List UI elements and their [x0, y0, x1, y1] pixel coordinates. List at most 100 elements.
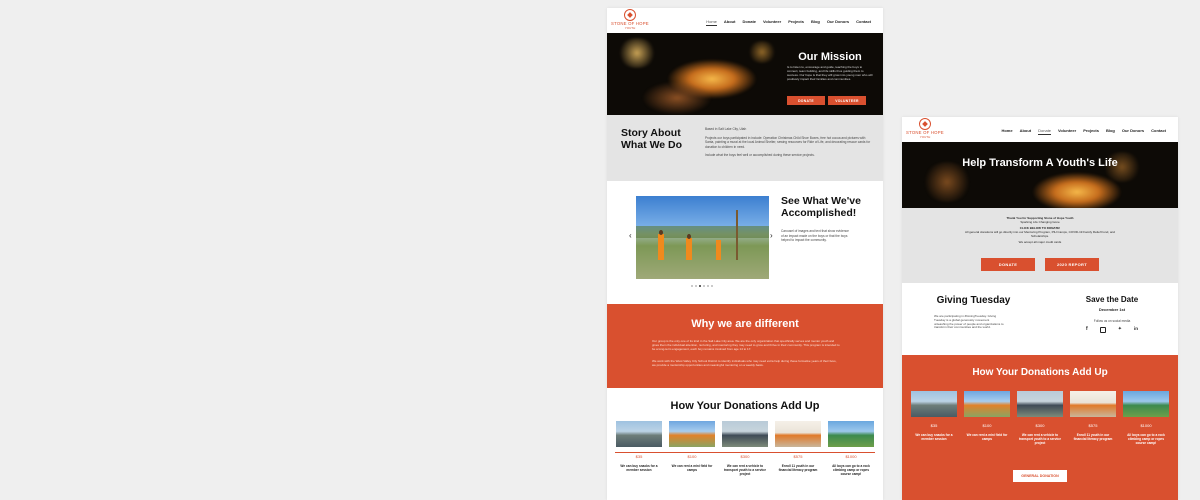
donation-amount: $300	[740, 454, 750, 459]
donate-button[interactable]: DONATE	[981, 258, 1035, 271]
site-header: STONE OF HOPE YOUTH Home About Donate Volun…	[607, 8, 883, 33]
nav-item[interactable]: Contact	[1151, 128, 1166, 135]
instagram-icon[interactable]	[1099, 327, 1106, 333]
site-logo[interactable]: STONE OF HOPE YOUTH	[906, 118, 944, 139]
nav-item[interactable]: Projects	[788, 19, 804, 26]
social-icons: f ✦ in	[1086, 326, 1138, 333]
donation-caption: All boys can go to a rock climbing camp …	[1127, 433, 1165, 445]
donation-photo	[1070, 391, 1116, 417]
twitter-icon[interactable]: ✦	[1118, 326, 1122, 333]
donation-amount: $1000	[845, 454, 857, 459]
donation-caption: We can buy snacks for a member session	[915, 433, 953, 441]
donate-page-mockup: STONE OF HOPE YOUTH Home About Donate Volun…	[902, 117, 1178, 500]
follow-text: Follow us on social media	[1093, 319, 1131, 323]
donation-amount: $575	[793, 454, 803, 459]
giving-text: We are participating in #GivingTuesday. …	[934, 314, 1004, 330]
nav-item[interactable]: Our Donors	[1122, 128, 1144, 135]
story-title: Story About What We Do	[621, 127, 683, 151]
save-title: Save the Date	[1085, 295, 1139, 304]
accomplished-section: ‹ › See What We've Accomplished! Carouse…	[607, 181, 883, 304]
events-section: Giving Tuesday We are participating in #…	[902, 283, 1178, 355]
donation-photo	[964, 391, 1010, 417]
general-donation-button[interactable]: GENERAL DONATION	[1013, 470, 1067, 482]
donation-caption: We can rent a mini field for camps	[966, 433, 1008, 441]
donation-amount: $100	[982, 423, 992, 428]
donation-amount: $35	[930, 423, 938, 428]
logo-sub: YOUTH	[919, 135, 931, 139]
report-button[interactable]: 2020 REPORT	[1045, 258, 1099, 271]
nav-item[interactable]: Home	[706, 19, 717, 26]
donations-axis	[615, 452, 875, 453]
donations-section: How Your Donations Add Up $35 We can buy …	[607, 388, 883, 500]
carousel-next-icon[interactable]: ›	[770, 231, 773, 240]
logo-icon	[919, 118, 931, 130]
thanks-line4: All general donations will go directly i…	[965, 230, 1115, 238]
donations-title: How Your Donations Add Up	[670, 400, 820, 412]
different-section: Why we are different Our group is the on…	[607, 304, 883, 388]
nav-item[interactable]: Blog	[1106, 128, 1115, 135]
donate-button[interactable]: DONATE	[787, 96, 825, 105]
nav-item[interactable]: Volunteer	[1058, 128, 1076, 135]
nav-item[interactable]: Donate	[1038, 128, 1052, 135]
carousel-dots[interactable]	[691, 285, 713, 287]
donation-caption: Enroll 11 youth in our financial literac…	[778, 464, 818, 472]
nav-item[interactable]: Home	[1001, 128, 1012, 135]
nav-item[interactable]: Contact	[856, 19, 871, 26]
nav-item[interactable]: Blog	[811, 19, 820, 26]
homepage-mockup: STONE OF HOPE YOUTH Home About Donate Volun…	[607, 8, 883, 500]
nav-item[interactable]: Donate	[742, 19, 756, 26]
accomplished-title: See What We've Accomplished!	[781, 195, 861, 219]
donation-photo	[1123, 391, 1169, 417]
donation-photo	[911, 391, 957, 417]
donation-caption: Enroll 11 youth in our financial literac…	[1073, 433, 1113, 441]
donation-photo	[775, 421, 821, 447]
giving-title: Giving Tuesday	[936, 295, 1011, 306]
different-p2: We work with the West Valley City School…	[652, 359, 837, 367]
donation-caption: We can rent a vehicle to transport youth…	[1019, 433, 1061, 445]
nav-item[interactable]: Volunteer	[763, 19, 781, 26]
different-title: Why we are different	[691, 318, 799, 330]
donation-photo	[616, 421, 662, 447]
site-logo[interactable]: STONE OF HOPE YOUTH	[611, 9, 649, 30]
thanks-line5: We accept all major credit cards	[1018, 240, 1062, 244]
donation-caption: All boys can go to a rock climbing camp …	[832, 464, 870, 476]
donation-amount: $300	[1035, 423, 1045, 428]
donations-section: How Your Donations Add Up $35 We can buy …	[902, 355, 1178, 500]
donation-amount: $575	[1088, 423, 1098, 428]
carousel-prev-icon[interactable]: ‹	[629, 231, 632, 240]
facebook-icon[interactable]: f	[1086, 326, 1088, 333]
donation-caption: We can buy snacks for a member session	[620, 464, 658, 472]
story-projects: Projects our boys participated in includ…	[705, 135, 871, 149]
thanks-line2: Sparking Life Changing Gone	[1020, 220, 1060, 224]
linkedin-icon[interactable]: in	[1134, 326, 1138, 333]
mission-text: Is to listen to, encourage and guide, te…	[787, 65, 873, 81]
nav-item[interactable]: Projects	[1083, 128, 1099, 135]
mission-hero: Our Mission Is to listen to, encourage a…	[607, 33, 883, 115]
donation-amount: $1000	[1140, 423, 1152, 428]
donation-amount: $100	[687, 454, 697, 459]
site-header: STONE OF HOPE YOUTH Home About Donate Volun…	[902, 117, 1178, 142]
nav-item[interactable]: About	[724, 19, 736, 26]
thanks-section: Thank You for Supporting Stone of Hope Y…	[902, 208, 1178, 283]
nav-item[interactable]: About	[1020, 128, 1032, 135]
donation-photo	[828, 421, 874, 447]
carousel-image	[636, 196, 769, 279]
donation-photo	[669, 421, 715, 447]
donation-caption: We can rent a mini field for camps	[671, 464, 713, 472]
donation-amount: $35	[635, 454, 643, 459]
story-section: Story About What We Do Based in Salt Lak…	[607, 115, 883, 181]
mission-title: Our Mission	[798, 51, 862, 63]
donation-photo	[1017, 391, 1063, 417]
donation-caption: We can rent a vehicle to transport youth…	[724, 464, 766, 476]
volunteer-button[interactable]: VOLUNTEER	[828, 96, 866, 105]
story-note: Include what the boys feel well or accom…	[705, 153, 815, 157]
mission-panel: Our Mission Is to listen to, encourage a…	[787, 51, 873, 82]
story-location: Based in Salt Lake City, Utah	[705, 127, 747, 131]
donate-hero-title: Help Transform A Youth's Life	[962, 157, 1118, 169]
logo-sub: YOUTH	[624, 26, 636, 30]
main-nav: Home About Donate Volunteer Projects Blog Our …	[1001, 128, 1166, 135]
save-date: December 1st	[1098, 307, 1126, 312]
nav-item[interactable]: Our Donors	[827, 19, 849, 26]
donation-photo	[722, 421, 768, 447]
accomplished-text: Carousel of images and text that show ev…	[781, 229, 849, 242]
